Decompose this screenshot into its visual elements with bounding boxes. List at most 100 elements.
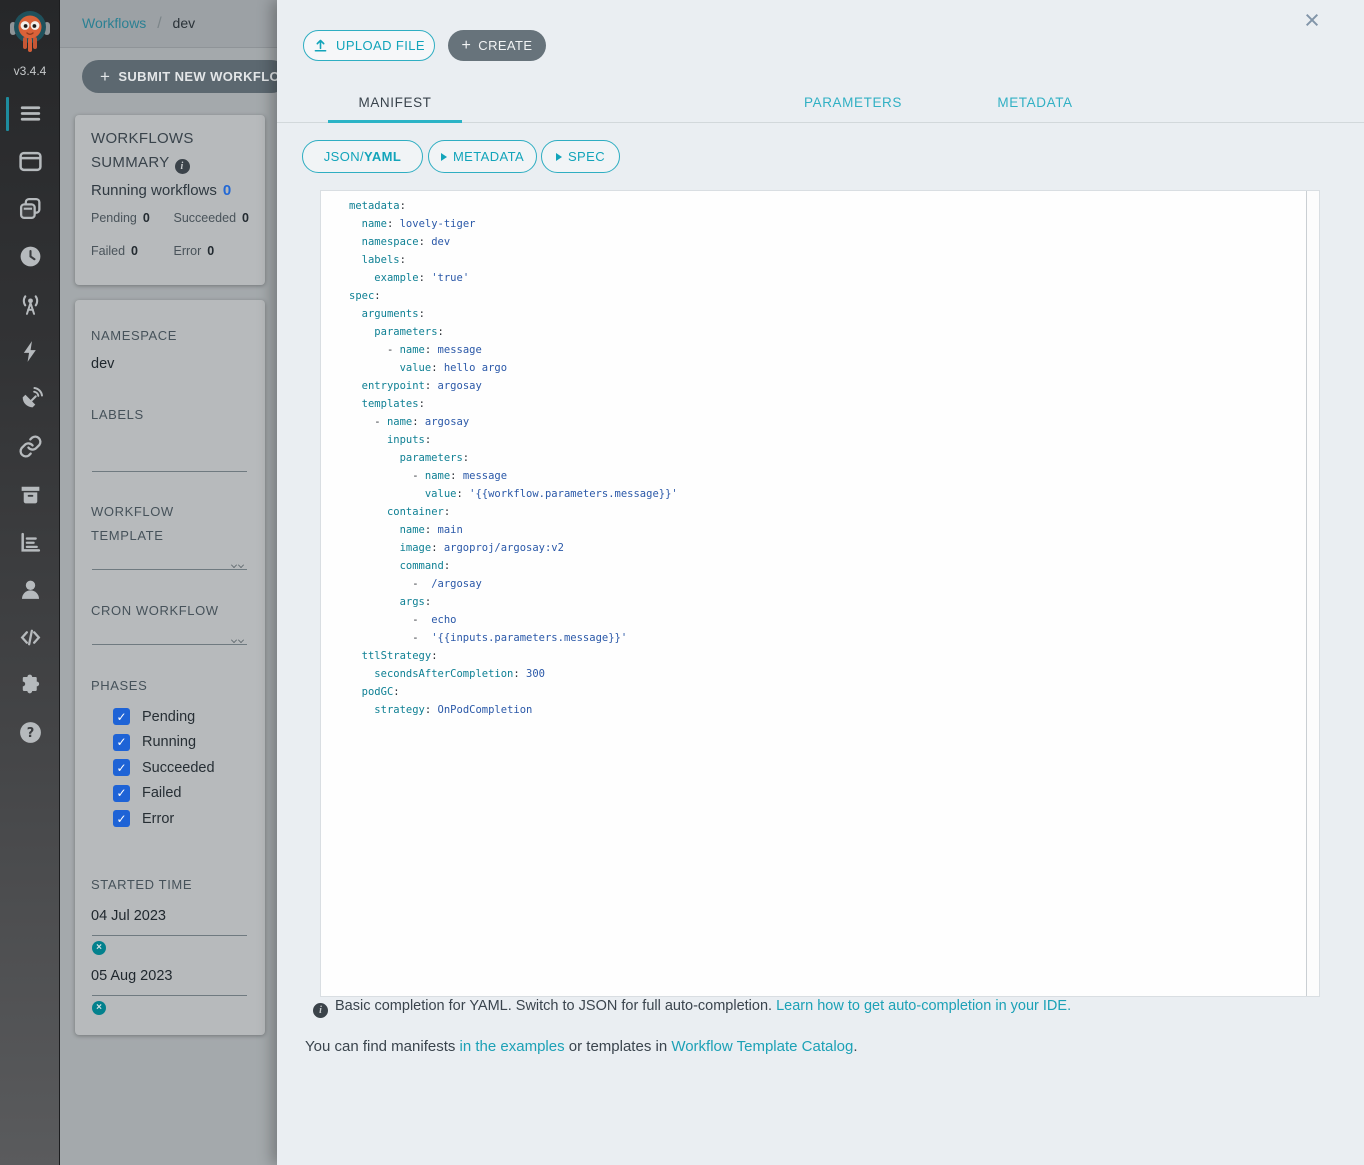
sidebar-item-user[interactable] (0, 566, 60, 614)
close-icon[interactable]: × (1297, 6, 1327, 36)
create-button[interactable]: + CREATE (448, 30, 546, 61)
check-icon: ✓ (116, 711, 126, 723)
sidebar-item-archive[interactable] (0, 471, 60, 519)
tab-parameters[interactable]: PARAMETERS (786, 88, 920, 123)
code-line: - echo (349, 611, 678, 629)
sidebar-item-clock[interactable] (0, 233, 60, 281)
workflow-template-label: WORKFLOW TEMPLATE (91, 500, 221, 548)
upload-file-label: UPLOAD FILE (336, 38, 425, 53)
cron-workflow-label: CRON WORKFLOW (91, 599, 219, 623)
info-icon[interactable]: i (175, 159, 190, 174)
checkbox-pending[interactable]: ✓ (113, 708, 130, 725)
submit-new-workflow-button[interactable]: + SUBMIT NEW WORKFLOW (82, 60, 288, 93)
code-line: - '{{inputs.parameters.message}}' (349, 629, 678, 647)
phase-row-error[interactable]: ✓ Error (75, 806, 265, 832)
code-line: command: (349, 557, 678, 575)
code-line: container: (349, 503, 678, 521)
sidebar-item-window[interactable] (0, 138, 60, 186)
upload-icon (313, 38, 328, 53)
ide-autocompletion-link[interactable]: Learn how to get auto-completion in your… (776, 998, 1071, 1014)
checkbox-succeeded[interactable]: ✓ (113, 759, 130, 776)
code-line: - name: message (349, 341, 678, 359)
code-line: arguments: (349, 305, 678, 323)
summary-title: WORKFLOWS SUMMARYi (91, 127, 249, 175)
clear-start-date-button[interactable]: × (92, 941, 106, 955)
cron-workflow-select[interactable] (92, 644, 247, 645)
phase-label: Failed (142, 785, 182, 801)
json-label: JSON/ (324, 149, 364, 164)
spec-expand-button[interactable]: SPEC (541, 140, 620, 173)
code-line: example: 'true' (349, 269, 678, 287)
editor-scrollbar[interactable] (1306, 191, 1319, 996)
tabs: MANIFEST PARAMETERS METADATA (277, 88, 1364, 123)
submit-new-workflow-label: SUBMIT NEW WORKFLOW (118, 69, 288, 84)
menu-icon (18, 101, 43, 126)
code-line: podGC: (349, 683, 678, 701)
phase-label: Error (142, 811, 174, 827)
sidebar-item-chart[interactable] (0, 518, 60, 566)
chevron-down-icon[interactable] (231, 637, 245, 644)
copy-icon (18, 196, 43, 221)
labels-input[interactable] (92, 471, 247, 472)
code-line: namespace: dev (349, 233, 678, 251)
start-date-input[interactable]: 04 Jul 2023 (91, 908, 166, 924)
sidebar-item-link[interactable] (0, 423, 60, 471)
checkbox-running[interactable]: ✓ (113, 734, 130, 751)
code-line: args: (349, 593, 678, 611)
summary-stat: Pending0 (91, 207, 163, 230)
bolt-icon (18, 339, 43, 364)
examples-link[interactable]: in the examples (460, 1038, 565, 1055)
namespace-value[interactable]: dev (91, 356, 114, 372)
sidebar-item-bolt[interactable] (0, 328, 60, 376)
checkbox-error[interactable]: ✓ (113, 810, 130, 827)
breadcrumb-bar: Workflows / dev (60, 0, 277, 48)
code-line: - name: message (349, 467, 678, 485)
tab-manifest[interactable]: MANIFEST (328, 88, 462, 123)
sidebar-item-satellite[interactable] (0, 376, 60, 424)
broadcast-icon (18, 292, 43, 317)
code-line: templates: (349, 395, 678, 413)
completion-hint: iBasic completion for YAML. Switch to JS… (313, 998, 1071, 1018)
phase-row-running[interactable]: ✓Running (75, 730, 265, 756)
start-date-underline (92, 935, 247, 936)
chevron-down-icon[interactable] (231, 562, 245, 569)
template-catalog-link[interactable]: Workflow Template Catalog (671, 1038, 853, 1055)
code-line: strategy: OnPodCompletion (349, 701, 678, 719)
nav-items: ? (0, 90, 59, 756)
upload-file-button[interactable]: UPLOAD FILE (303, 30, 435, 61)
workflow-template-select[interactable] (92, 569, 247, 570)
satellite-icon (18, 387, 43, 412)
check-icon: ✓ (116, 736, 126, 748)
phase-label: Pending (142, 709, 195, 725)
sidebar-item-help[interactable]: ? (0, 709, 60, 757)
svg-text:?: ? (26, 726, 34, 741)
workflows-summary-card: WORKFLOWS SUMMARYi Running workflows0 Pe… (75, 115, 265, 285)
code-line: parameters: (349, 323, 678, 341)
sidebar-item-menu[interactable] (0, 90, 60, 138)
summary-stats: Pending0Succeeded0Failed0Error0 (91, 207, 249, 263)
sidebar-item-puzzle[interactable] (0, 661, 60, 709)
argo-logo[interactable]: v3.4.4 (0, 0, 60, 78)
tab-metadata[interactable]: METADATA (968, 88, 1102, 123)
code-line: image: argoproj/argosay:v2 (349, 539, 678, 557)
clock-icon (18, 244, 43, 269)
caret-right-icon (441, 153, 447, 161)
create-label: CREATE (478, 38, 532, 53)
sidebar-item-broadcast[interactable] (0, 280, 60, 328)
check-icon: ✓ (116, 787, 126, 799)
clear-end-date-button[interactable]: × (92, 1001, 106, 1015)
json-yaml-toggle[interactable]: JSON/YAML (302, 140, 423, 173)
checkbox-failed[interactable]: ✓ (113, 785, 130, 802)
breadcrumb-workflows-link[interactable]: Workflows (82, 15, 146, 31)
chart-icon (18, 530, 43, 555)
end-date-input[interactable]: 05 Aug 2023 (91, 968, 172, 984)
sidebar-item-code[interactable] (0, 614, 60, 662)
filters-card: NAMESPACE dev LABELS WORKFLOW TEMPLATE C… (75, 300, 265, 1035)
phase-row-failed[interactable]: ✓ Failed (75, 781, 265, 807)
phase-row-succeeded[interactable]: ✓Succeeded (75, 755, 265, 781)
sidebar-item-copy[interactable] (0, 185, 60, 233)
manifest-editor[interactable]: metadata: name: lovely-tiger namespace: … (320, 190, 1320, 997)
summary-stat: Succeeded0 (173, 207, 249, 230)
metadata-expand-button[interactable]: METADATA (428, 140, 537, 173)
phase-row-pending[interactable]: ✓ Pending (75, 704, 265, 730)
